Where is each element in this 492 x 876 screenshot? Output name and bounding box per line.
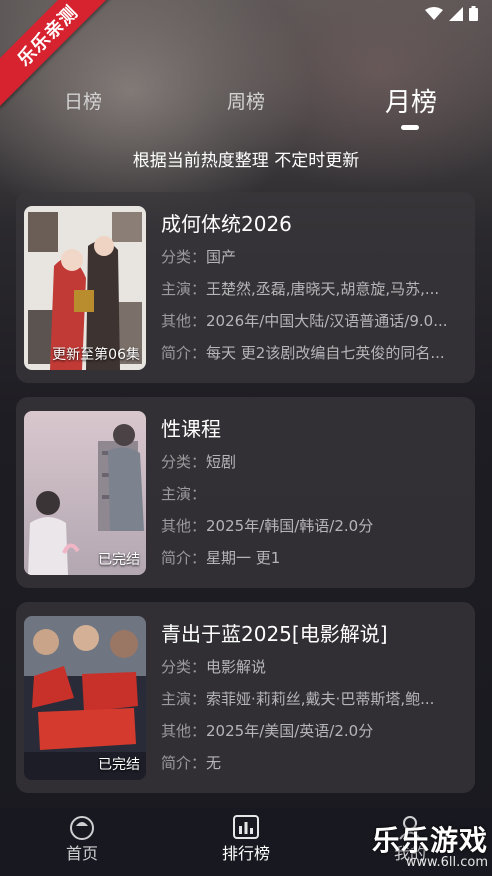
card-title: 性课程 <box>161 417 221 441</box>
tab-indicator <box>401 125 419 130</box>
card-intro: 简介：星期一 更1 <box>161 549 281 567</box>
nav-home-label: 首页 <box>65 844 98 863</box>
nav-home[interactable]: 首页 <box>22 814 142 864</box>
watermark-main: 乐乐游戏 <box>371 824 488 857</box>
nav-ranking[interactable]: 排行榜 <box>186 814 306 864</box>
poster-image: 已完结 <box>24 411 146 575</box>
page-subtitle: 根据当前热度整理 不定时更新 <box>132 151 360 171</box>
chart-icon <box>233 815 259 839</box>
card-category: 分类：短剧 <box>161 453 237 471</box>
poster-image: 已完结 <box>24 616 146 780</box>
card-cast: 主演：王楚然,丞磊,唐晓天,胡意旋,马苏,... <box>161 280 440 298</box>
ranking-card[interactable]: 更新至第06集 成何体统2026 分类：国产 主演：王楚然,丞磊,唐晓天,胡意旋… <box>16 192 475 383</box>
battery-icon <box>469 6 478 21</box>
poster-image: 更新至第06集 <box>24 206 146 370</box>
wifi-icon <box>425 6 443 20</box>
card-cast: 主演：索菲娅·莉莉丝,戴夫·巴蒂斯塔,鲍... <box>161 690 435 708</box>
card-title: 成何体统2026 <box>161 212 292 236</box>
poster-badge: 已完结 <box>98 757 140 773</box>
card-category: 分类：电影解说 <box>161 658 267 676</box>
home-icon <box>70 816 94 840</box>
card-title: 青出于蓝2025[电影解说] <box>161 622 388 646</box>
watermark-url: www.6ll.com <box>405 855 488 870</box>
card-other: 其他：2025年/美国/英语/2.0分 <box>161 722 374 740</box>
card-other: 其他：2025年/韩国/韩语/2.0分 <box>161 517 374 535</box>
card-category: 分类：国产 <box>161 248 237 266</box>
site-watermark: 乐乐游戏 www.6ll.com <box>372 826 488 870</box>
ranking-tabs: 日榜 周榜 月榜 <box>0 80 492 130</box>
poster-badge: 已完结 <box>98 552 140 568</box>
card-other: 其他：2026年/中国大陆/汉语普通话/9.0... <box>161 312 448 330</box>
card-cast: 主演： <box>161 485 207 503</box>
card-intro: 简介：无 <box>161 754 222 772</box>
tab-daily[interactable]: 日榜 <box>43 80 123 120</box>
poster-badge: 更新至第06集 <box>52 347 140 363</box>
ranking-card[interactable]: 已完结 性课程 分类：短剧 主演： 其他：2025年/韩国/韩语/2.0分 简介… <box>16 397 475 588</box>
card-intro: 简介：每天 更2该剧改编自七英俊的同名... <box>161 344 445 362</box>
nav-ranking-label: 排行榜 <box>221 844 270 863</box>
ranking-card[interactable]: 已完结 青出于蓝2025[电影解说] 分类：电影解说 主演：索菲娅·莉莉丝,戴夫… <box>16 602 475 793</box>
signal-icon <box>449 6 463 21</box>
tab-monthly[interactable]: 月榜 <box>366 80 456 120</box>
tab-weekly[interactable]: 周榜 <box>206 80 286 120</box>
